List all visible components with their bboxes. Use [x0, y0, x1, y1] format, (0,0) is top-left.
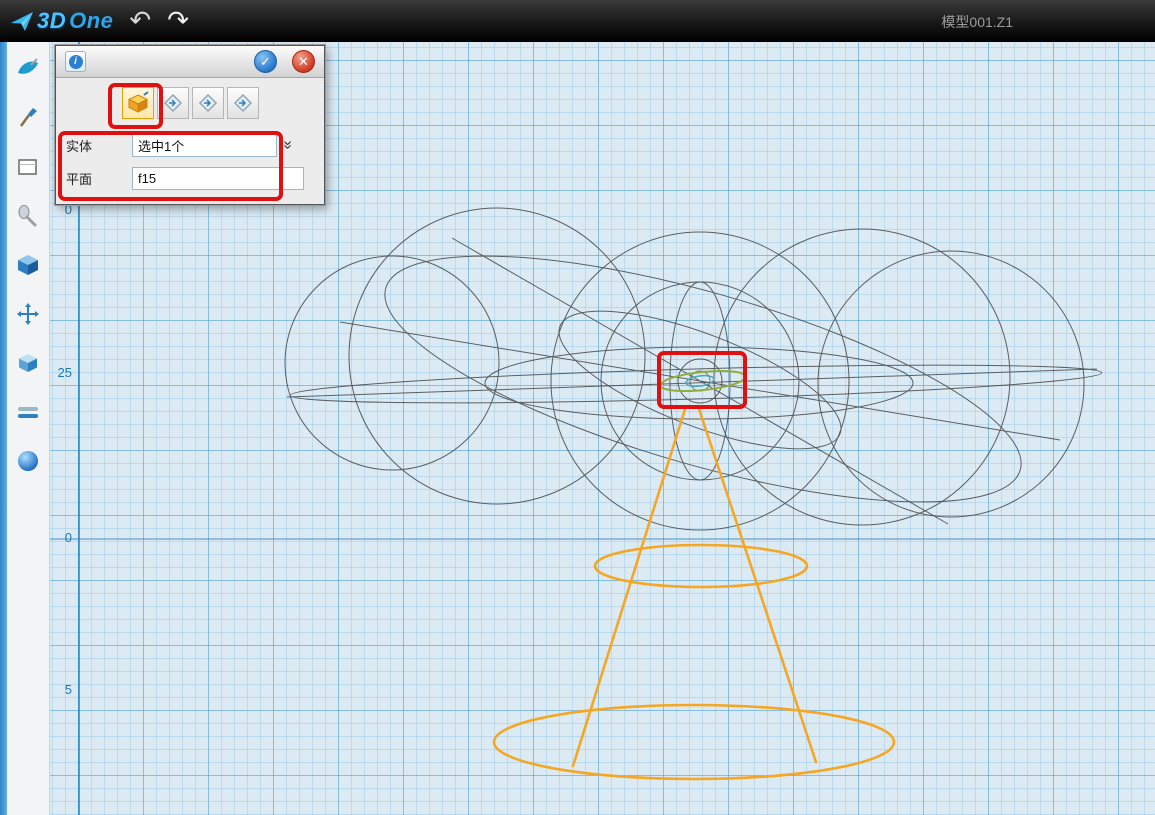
option-diamond-icon: [162, 92, 184, 114]
mode-extrude-button[interactable]: [122, 87, 154, 119]
sidebar-tool-measure[interactable]: [11, 395, 45, 429]
ruler-label: 5: [52, 682, 72, 697]
ruler-label: 0: [52, 530, 72, 545]
dialog-titlebar: i ✓ ✕: [56, 46, 324, 78]
sidebar-accent-strip: [0, 42, 7, 815]
topbar: 3D One ↶ ↷ 模型001.Z1: [0, 0, 1155, 42]
entity-field-label: 实体: [66, 136, 132, 155]
sidebar-tool-brush[interactable]: [11, 101, 45, 135]
entity-field-row: 实体 »: [66, 132, 324, 158]
brush-icon: [15, 105, 41, 131]
paper-plane-icon: [10, 10, 34, 32]
logo-text-3d: 3D: [37, 8, 66, 34]
app-logo: 3D One: [10, 8, 113, 34]
chevron-down-icon[interactable]: »: [279, 141, 295, 150]
combine-cube-icon: [15, 350, 41, 376]
ruler-label: 25: [52, 365, 72, 380]
extrude-feature-icon: [126, 91, 150, 115]
plane-input[interactable]: [132, 167, 304, 190]
undo-button[interactable]: ↶: [129, 8, 151, 34]
cancel-button[interactable]: ✕: [292, 50, 315, 73]
sidebar-tool-surface[interactable]: [11, 52, 45, 86]
sidebar-tool-move[interactable]: [11, 297, 45, 331]
surface-shape-icon: [15, 56, 41, 82]
sidebar-tool-primitive[interactable]: [11, 248, 45, 282]
option-diamond-icon: [197, 92, 219, 114]
toolbar-sidebar: [0, 42, 50, 815]
mode-option-4-button[interactable]: [227, 87, 259, 119]
document-title: 模型001.Z1: [941, 12, 1013, 32]
command-dialog: i ✓ ✕: [55, 45, 325, 205]
logo-text-one: One: [69, 8, 113, 34]
measure-icon: [15, 399, 41, 425]
redo-button[interactable]: ↷: [167, 8, 189, 34]
sidebar-tool-combine[interactable]: [11, 346, 45, 380]
cube-primitive-icon: [15, 252, 41, 278]
info-icon: i: [69, 55, 83, 69]
option-diamond-icon: [232, 92, 254, 114]
plane-field-row: 平面: [66, 165, 324, 191]
move-icon: [15, 301, 41, 327]
confirm-button[interactable]: ✓: [254, 50, 277, 73]
mode-option-3-button[interactable]: [192, 87, 224, 119]
spoon-deform-icon: [15, 203, 41, 229]
axis-line-horizontal: [50, 538, 1155, 540]
entity-input[interactable]: [132, 134, 277, 157]
dialog-mode-toolbar: [56, 78, 324, 125]
mode-option-2-button[interactable]: [157, 87, 189, 119]
sidebar-tool-sketch[interactable]: [11, 150, 45, 184]
sphere-render-icon: [15, 448, 41, 474]
sidebar-tool-render[interactable]: [11, 444, 45, 478]
sketch-plane-icon: [15, 154, 41, 180]
sidebar-tool-deform[interactable]: [11, 199, 45, 233]
plane-field-label: 平面: [66, 169, 132, 188]
info-button[interactable]: i: [65, 51, 86, 72]
